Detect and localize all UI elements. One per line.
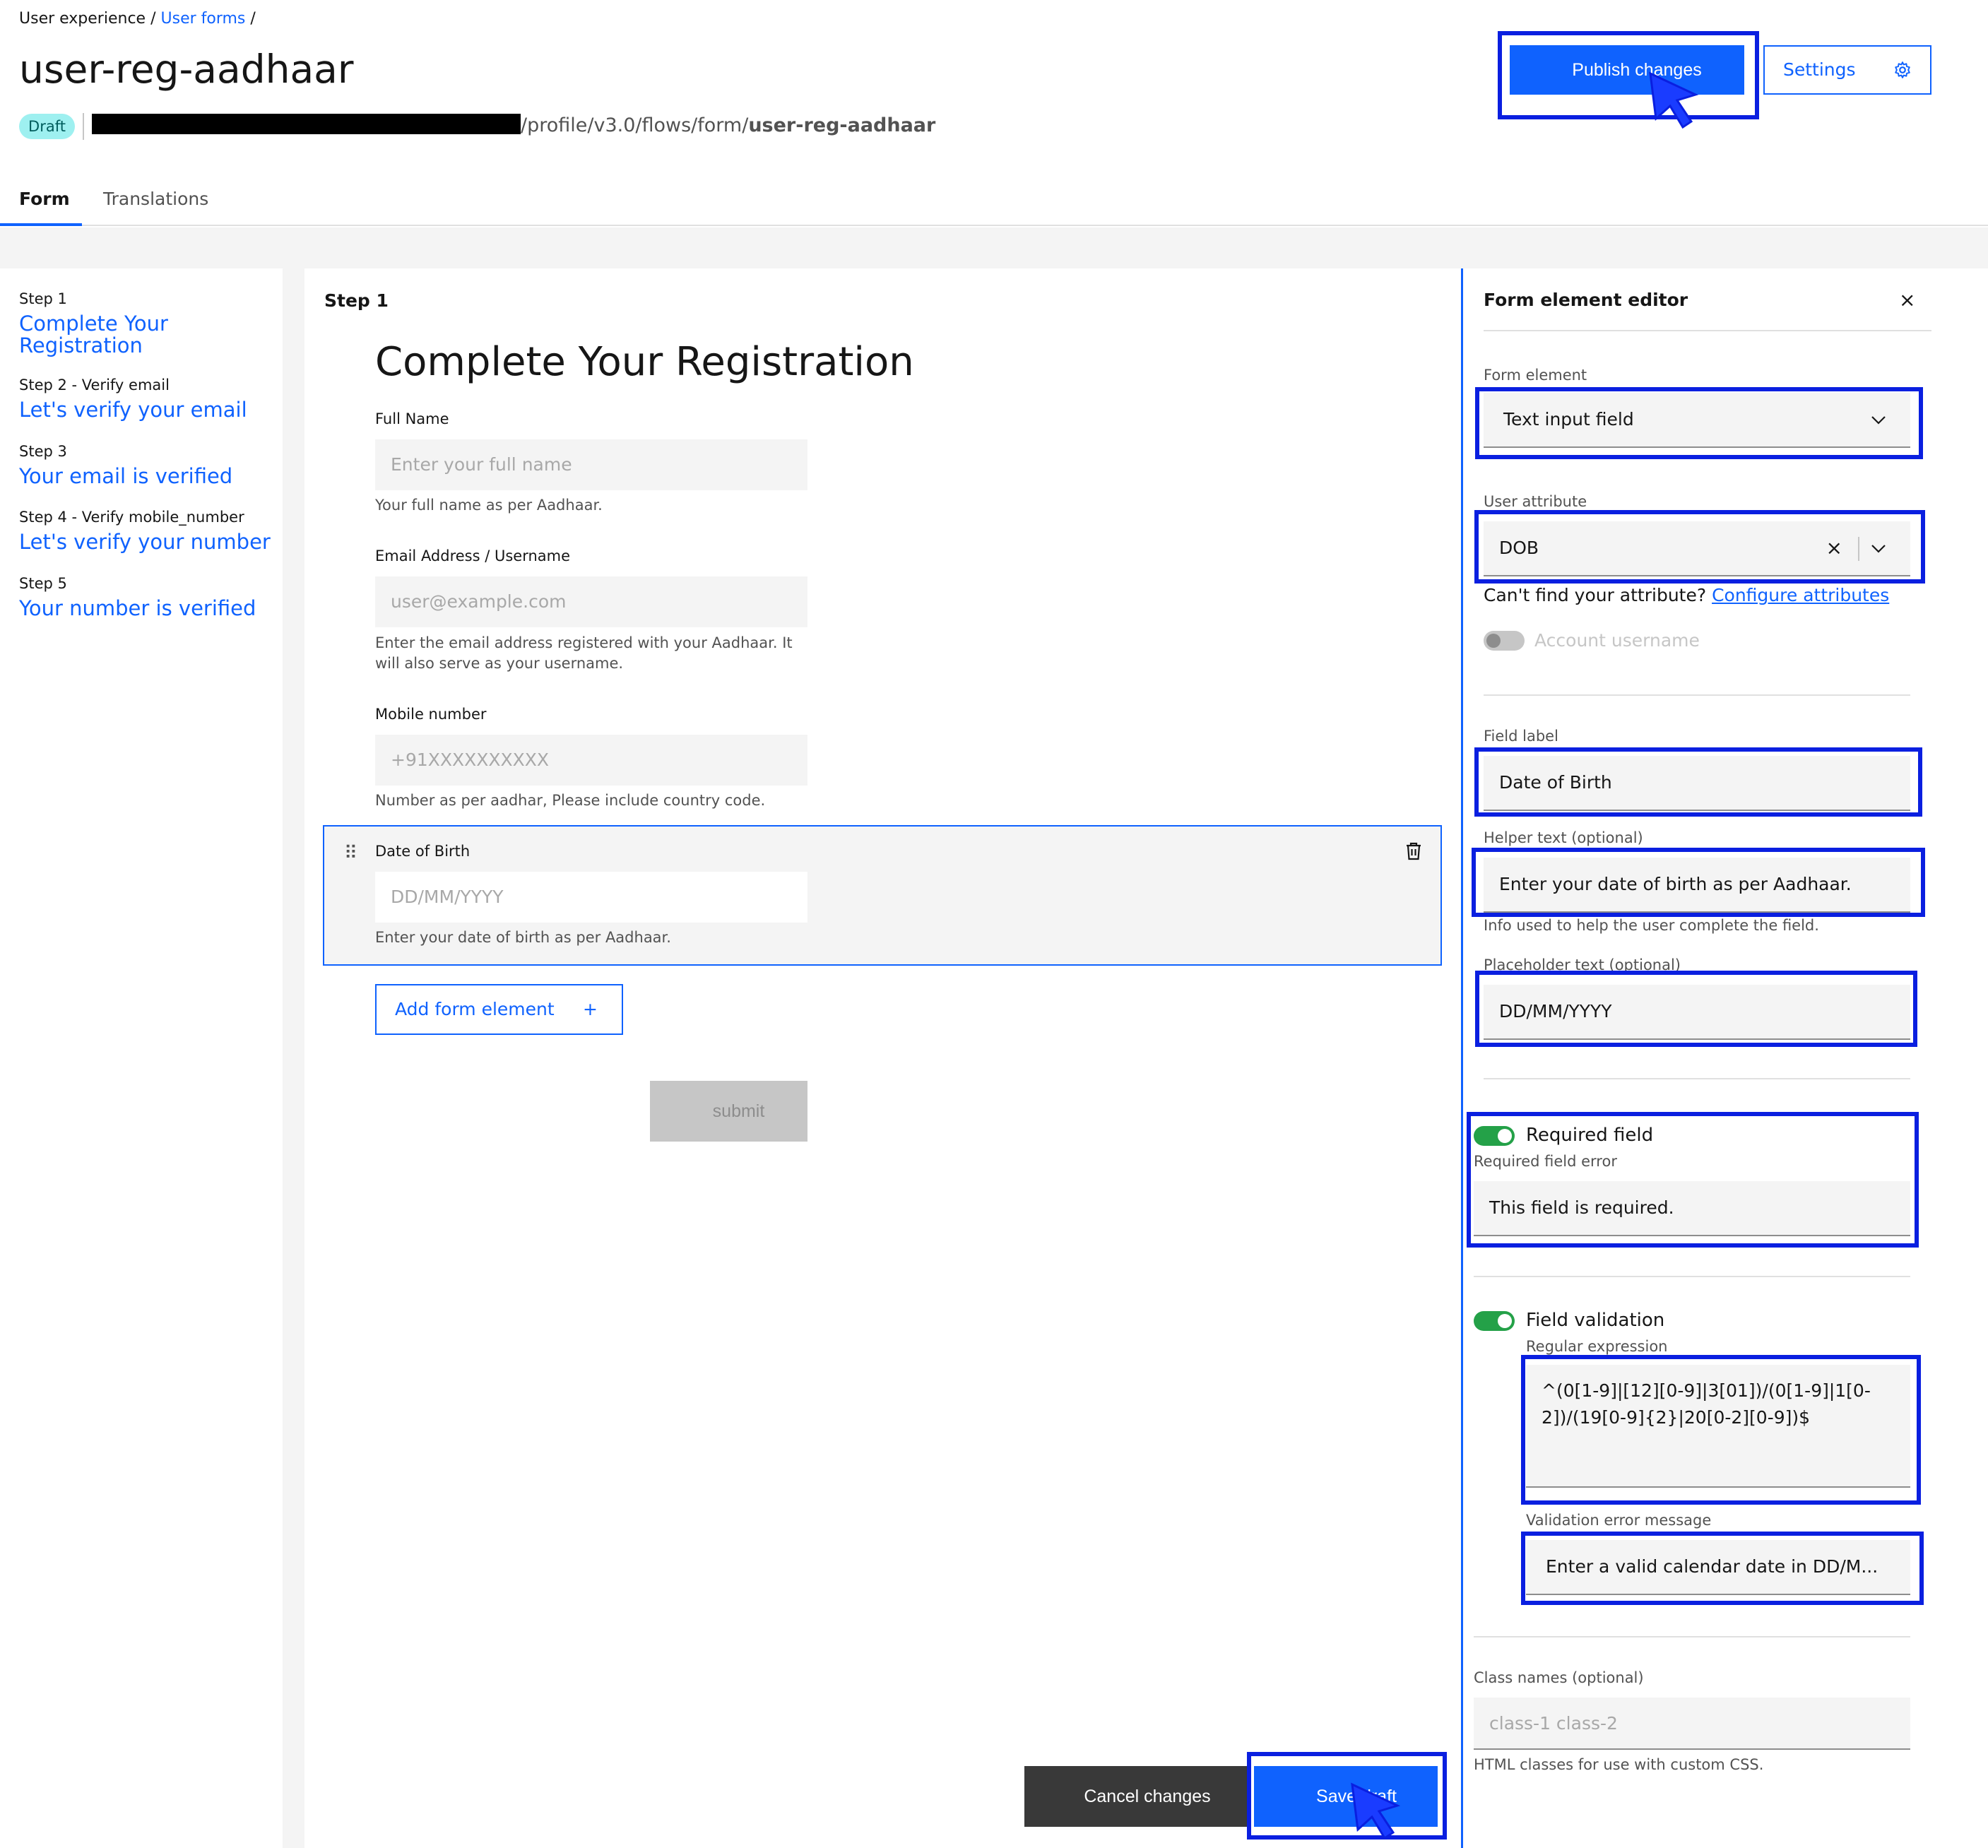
settings-label: Settings <box>1783 59 1856 80</box>
editor-divider <box>1484 330 1931 331</box>
sidebar-step-2[interactable]: Step 2 - Verify email Let's verify your … <box>19 377 273 421</box>
page-title: user-reg-aadhaar <box>19 47 354 92</box>
account-username-label: Account username <box>1534 630 1700 651</box>
editor-title: Form element editor <box>1484 290 1688 310</box>
class-names-input[interactable]: class-1 class-2 <box>1474 1698 1910 1750</box>
sidebar-step-4[interactable]: Step 4 - Verify mobile_number Let's veri… <box>19 509 273 553</box>
breadcrumb: User experience / User forms / <box>19 10 256 28</box>
add-form-element-button[interactable]: Add form element + <box>375 984 623 1035</box>
helper-text-label: Helper text (optional) <box>1484 829 1643 846</box>
settings-button[interactable]: Settings <box>1763 45 1931 95</box>
save-highlight-frame <box>1247 1752 1447 1840</box>
regex-highlight-frame <box>1521 1355 1921 1505</box>
dob-helper: Enter your date of birth as per Aadhaar. <box>375 929 671 946</box>
redacted-url-host <box>92 114 521 134</box>
cancel-changes-button[interactable]: Cancel changes <box>1024 1766 1250 1827</box>
cant-find-text: Can't find your attribute? <box>1484 585 1707 605</box>
configure-attributes-link[interactable]: Configure attributes <box>1712 585 1889 605</box>
step-caption: Step 4 - Verify mobile_number <box>19 509 244 526</box>
validation-error-label: Validation error message <box>1526 1512 1712 1529</box>
full-name-label: Full Name <box>375 410 449 427</box>
field-validation-title: Field validation <box>1526 1310 1665 1331</box>
class-names-label: Class names (optional) <box>1474 1669 1644 1686</box>
mobile-helper: Number as per aadhar, Please include cou… <box>375 792 766 809</box>
publish-changes-button[interactable]: Publish changes <box>1510 45 1744 95</box>
editor-divider <box>1484 694 1910 696</box>
email-label: Email Address / Username <box>375 547 571 564</box>
breadcrumb-separator: / <box>150 10 156 28</box>
step-caption: Step 3 <box>19 443 67 460</box>
editor-divider <box>1474 1636 1910 1637</box>
gear-icon <box>1895 61 1910 78</box>
cant-find-attribute: Can't find your attribute? Configure att… <box>1484 585 1889 605</box>
sidebar-step-3[interactable]: Step 3 Your email is verified <box>19 443 273 487</box>
sidebar-step-1[interactable]: Step 1 Complete Your Registration <box>19 290 273 357</box>
user-attribute-label: User attribute <box>1484 493 1587 510</box>
form-element-label: Form element <box>1484 367 1587 384</box>
form-element-highlight-frame <box>1475 387 1923 459</box>
tab-form-underline <box>0 223 82 226</box>
tab-divider <box>82 225 1988 226</box>
required-field-highlight-frame <box>1467 1112 1919 1248</box>
breadcrumb-root[interactable]: User experience <box>19 10 146 28</box>
field-validation-toggle[interactable] <box>1474 1311 1515 1331</box>
editor-divider <box>1474 1276 1910 1277</box>
email-helper: Enter the email address registered with … <box>375 634 793 672</box>
cursor-arrow-icon <box>1351 1782 1401 1840</box>
form-url-path: /profile/v3.0/flows/form/user-reg-aadhaa… <box>521 114 935 136</box>
cursor-arrow-icon <box>1649 71 1699 129</box>
class-names-helper: HTML classes for use with custom CSS. <box>1474 1756 1764 1773</box>
editor-divider <box>1484 1078 1910 1079</box>
breadcrumb-separator: / <box>250 10 256 28</box>
submit-button[interactable]: submit <box>650 1081 807 1142</box>
dob-label: Date of Birth <box>375 843 471 860</box>
user-attribute-highlight-frame <box>1474 510 1925 584</box>
full-name-input[interactable]: Enter your full name <box>375 439 807 490</box>
step-caption: Step 2 - Verify email <box>19 377 170 393</box>
canvas-step-label: Step 1 <box>324 290 389 311</box>
step-title-link[interactable]: Your number is verified <box>19 598 273 620</box>
drag-handle-icon[interactable]: ⠿ <box>344 843 357 864</box>
url-path-prefix: /profile/v3.0/flows/form/ <box>521 114 749 136</box>
breadcrumb-user-forms[interactable]: User forms <box>161 10 246 28</box>
dob-input[interactable]: DD/MM/YYYY <box>375 872 807 923</box>
step-title-link[interactable]: Let's verify your email <box>19 399 273 421</box>
step-title-link[interactable]: Let's verify your number <box>19 531 273 553</box>
helper-info: Info used to help the user complete the … <box>1484 917 1819 934</box>
step-title-link[interactable]: Complete Your Registration <box>19 313 273 357</box>
helper-text-highlight-frame <box>1472 848 1925 917</box>
sidebar-step-5[interactable]: Step 5 Your number is verified <box>19 575 273 620</box>
validation-error-highlight-frame <box>1521 1532 1924 1605</box>
close-icon[interactable]: × <box>1899 288 1915 312</box>
step-caption: Step 5 <box>19 575 67 592</box>
step-title-link[interactable]: Your email is verified <box>19 466 273 487</box>
url-path-name: user-reg-aadhaar <box>748 114 936 136</box>
form-heading[interactable]: Complete Your Registration <box>375 339 914 385</box>
tab-form[interactable]: Form <box>19 189 70 209</box>
mobile-input[interactable]: +91XXXXXXXXXX <box>375 735 807 786</box>
field-label-label: Field label <box>1484 728 1558 745</box>
steps-sidebar: Step 1 Complete Your Registration Step 2… <box>0 268 283 1848</box>
status-badge: Draft <box>19 114 75 139</box>
step-caption: Step 1 <box>19 290 67 307</box>
account-username-toggle[interactable] <box>1484 631 1525 651</box>
add-form-element-label: Add form element <box>395 999 555 1019</box>
tab-translations[interactable]: Translations <box>103 189 208 209</box>
email-input[interactable]: user@example.com <box>375 576 807 627</box>
full-name-helper: Your full name as per Aadhaar. <box>375 497 603 514</box>
field-label-highlight-frame <box>1474 747 1922 817</box>
url-divider <box>83 113 84 140</box>
plus-icon: + <box>583 999 598 1019</box>
regex-label: Regular expression <box>1526 1338 1668 1355</box>
mobile-label: Mobile number <box>375 706 487 723</box>
trash-icon[interactable] <box>1404 841 1423 861</box>
placeholder-text-highlight-frame <box>1475 971 1917 1047</box>
